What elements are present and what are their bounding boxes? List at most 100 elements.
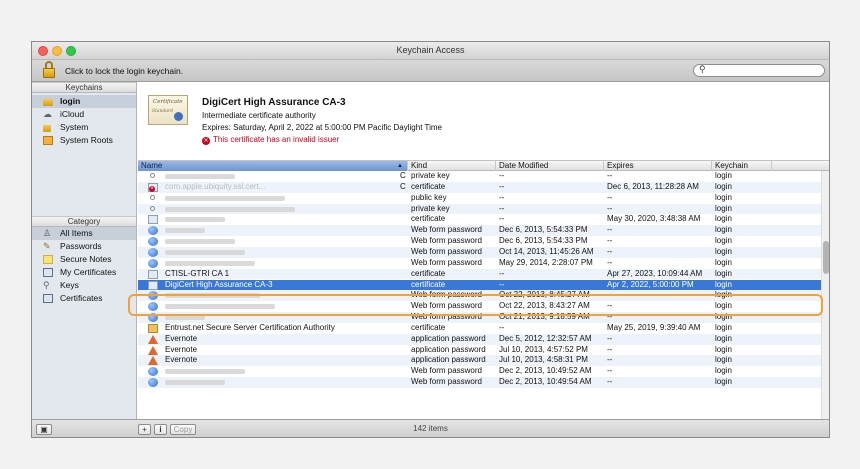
table-row[interactable]: Web form password Oct 22, 2013, 8:45:27 A… <box>138 290 829 302</box>
cert-icon <box>43 294 53 303</box>
row-expires: May 30, 2020, 3:48:38 AM <box>607 214 701 224</box>
redacted-text <box>165 260 255 266</box>
cert-icon <box>148 215 158 225</box>
redacted-text <box>165 174 235 179</box>
sidebar-item-label: System <box>60 122 89 132</box>
row-expires: -- <box>607 366 613 376</box>
app-icon <box>148 345 158 355</box>
row-keychain: login <box>715 366 732 376</box>
row-name: com.apple.ubiquity.ssl.cert... <box>165 181 266 191</box>
table-row[interactable]: certificate -- May 30, 2020, 3:48:38 AM log… <box>138 214 829 225</box>
row-keychain: login <box>715 171 732 180</box>
items-table[interactable]: Name ▲ Kind Date Modified Expires Keychai… <box>138 161 829 419</box>
row-keychain: login <box>715 290 732 300</box>
table-row[interactable]: public key -- -- login <box>138 192 829 204</box>
note-icon <box>43 255 53 264</box>
globe-icon <box>148 258 158 268</box>
key-icon: ⚲ <box>43 280 50 290</box>
row-date-modified: Dec 6, 2013, 5:54:33 PM <box>499 225 588 235</box>
table-row[interactable]: Web form password Oct 22, 2013, 8:43:27 A… <box>138 301 829 312</box>
row-keychain: login <box>715 333 732 343</box>
table-row[interactable]: Evernote application password Dec 5, 2012,… <box>138 333 829 345</box>
sidebar-item-label: All Items <box>60 228 93 238</box>
scrollbar-thumb[interactable] <box>823 241 829 274</box>
row-kind: certificate <box>411 322 446 332</box>
sidebar-item-certificates[interactable]: Certificates <box>32 292 136 305</box>
column-header-expires[interactable]: Expires <box>604 161 712 171</box>
row-name-tail: C <box>400 171 406 180</box>
row-kind: Web form password <box>411 257 482 267</box>
column-header-name[interactable]: Name ▲ <box>138 161 408 171</box>
status-bar: ▣ + i Copy 142 items <box>32 419 829 437</box>
row-kind: Web form password <box>411 246 482 256</box>
table-row[interactable]: Entrust.net Secure Server Certification … <box>138 322 829 334</box>
row-expires: -- <box>607 171 613 180</box>
seal-icon <box>174 112 183 121</box>
row-expires: -- <box>607 192 613 202</box>
row-kind: certificate <box>411 268 446 278</box>
preview-expires: Expires: Saturday, April 2, 2022 at 5:00… <box>202 123 442 132</box>
column-header-date-modified[interactable]: Date Modified <box>496 161 604 171</box>
row-keychain: login <box>715 225 732 235</box>
row-keychain: login <box>715 301 732 311</box>
vertical-scrollbar[interactable] <box>821 171 829 419</box>
table-row[interactable]: Web form password Oct 14, 2013, 11:45:26 … <box>138 246 829 258</box>
sidebar: Keychains login ☁ iCloud System System R… <box>32 82 137 419</box>
row-keychain: login <box>715 192 732 202</box>
row-name: Evernote <box>165 344 198 354</box>
row-expires: Apr 2, 2022, 5:00:00 PM <box>607 279 694 289</box>
table-row[interactable]: Web form password Oct 21, 2013, 9:18:59 A… <box>138 312 829 323</box>
table-row[interactable]: Web form password Dec 2, 2013, 10:49:52 A… <box>138 366 829 377</box>
table-row[interactable]: Web form password May 29, 2014, 2:28:07 P… <box>138 257 829 269</box>
column-header-name-label: Name <box>141 161 163 170</box>
table-row[interactable]: private key -- -- login <box>138 203 829 215</box>
sidebar-item-all-items[interactable]: ♙ All Items <box>32 227 136 240</box>
sidebar-item-system[interactable]: System <box>32 121 136 134</box>
category-header: Category <box>32 216 136 227</box>
redacted-text <box>165 206 295 212</box>
redacted-text <box>165 195 285 201</box>
table-row[interactable]: Web form password Dec 2, 2013, 10:49:54 A… <box>138 377 829 388</box>
row-keychain: login <box>715 344 732 354</box>
row-date-modified: -- <box>499 203 505 213</box>
table-row[interactable]: Web form password Dec 6, 2013, 5:54:33 PM… <box>138 236 829 247</box>
search-field[interactable]: ⚲ <box>693 64 825 77</box>
lock-open-icon[interactable] <box>42 61 56 79</box>
column-header-keychain[interactable]: Keychain <box>712 161 772 171</box>
table-row[interactable]: Evernote application password Jul 10, 2013… <box>138 355 829 367</box>
row-date-modified: -- <box>499 268 505 278</box>
row-date-modified: Oct 22, 2013, 8:43:27 AM <box>499 301 590 311</box>
preview-error: ✕ This certificate has an invalid issuer <box>202 135 339 145</box>
sidebar-item-icloud[interactable]: ☁ iCloud <box>32 108 136 121</box>
table-row-selected[interactable]: DigiCert High Assurance CA-3 certificate -… <box>138 279 829 291</box>
preview-title: DigiCert High Assurance CA-3 <box>202 97 346 108</box>
row-keychain: login <box>715 257 732 267</box>
pen-icon: ✎ <box>43 241 51 251</box>
redacted-text <box>165 249 245 255</box>
column-header-kind[interactable]: Kind <box>408 161 496 171</box>
sidebar-item-login[interactable]: login <box>32 95 136 108</box>
table-row[interactable]: Evernote application password Jul 10, 2013… <box>138 344 829 356</box>
sidebar-item-passwords[interactable]: ✎ Passwords <box>32 240 136 253</box>
row-date-modified: Jul 10, 2013, 4:58:31 PM <box>499 355 588 365</box>
sidebar-item-system-roots[interactable]: System Roots <box>32 134 136 147</box>
row-expires: -- <box>607 225 613 235</box>
table-row[interactable]: Web form password Dec 6, 2013, 5:54:33 PM… <box>138 225 829 237</box>
row-expires: -- <box>607 236 613 246</box>
sidebar-item-keys[interactable]: ⚲ Keys <box>32 279 136 292</box>
sidebar-item-secure-notes[interactable]: Secure Notes <box>32 253 136 266</box>
row-expires: -- <box>607 290 613 300</box>
sidebar-item-my-certificates[interactable]: My Certificates <box>32 266 136 279</box>
row-date-modified: Dec 2, 2013, 10:49:52 AM <box>499 366 592 376</box>
row-expires: -- <box>607 203 613 213</box>
row-kind: Web form password <box>411 366 482 376</box>
row-expires: May 25, 2019, 9:39:40 AM <box>607 322 701 332</box>
table-row[interactable]: com.apple.ubiquity.ssl.cert... Ccertifica… <box>138 181 829 193</box>
row-name: CTISL-GTRI CA 1 <box>165 268 230 278</box>
table-row[interactable]: Cprivate key -- -- login <box>138 171 829 182</box>
row-kind: Web form password <box>411 225 482 235</box>
keychains-header: Keychains <box>32 82 136 93</box>
row-kind: Web form password <box>411 290 482 300</box>
table-row[interactable]: CTISL-GTRI CA 1 certificate -- Apr 27, 2023… <box>138 268 829 280</box>
window-title: Keychain Access <box>396 45 465 55</box>
